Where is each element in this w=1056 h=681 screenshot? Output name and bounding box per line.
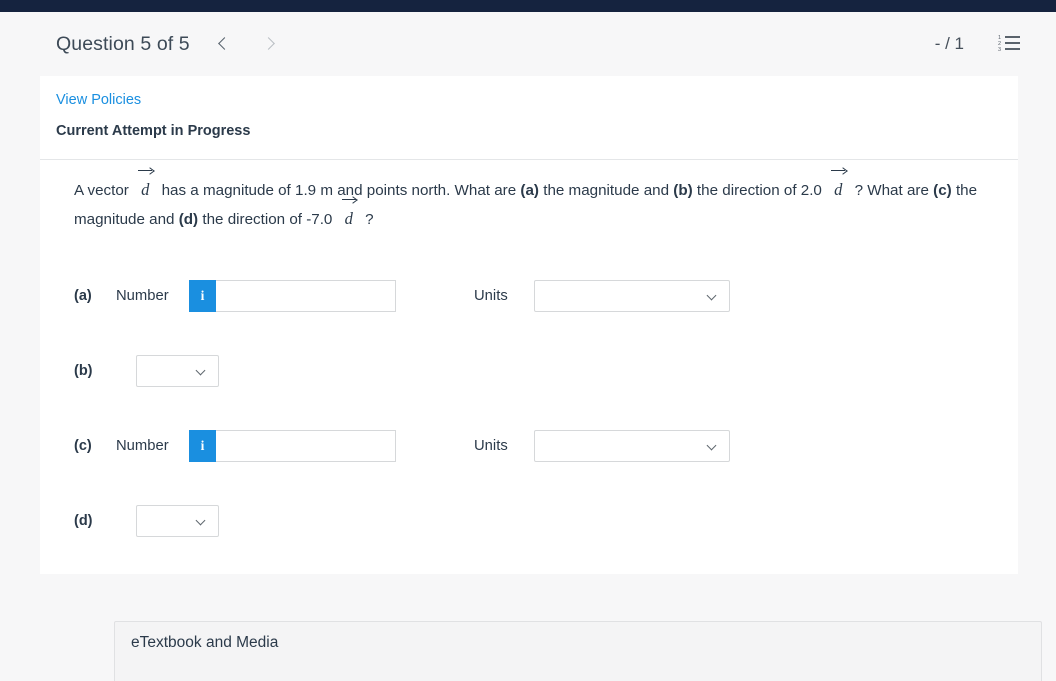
view-policies-link[interactable]: View Policies <box>56 92 141 108</box>
number-input-c[interactable] <box>216 430 396 462</box>
vector-arrow-icon-1 <box>138 167 152 174</box>
direction-select-b[interactable] <box>136 355 219 387</box>
number-input-group-a: i <box>189 280 396 312</box>
question-label-a: (a) <box>520 182 539 199</box>
answer-row-b: (b) <box>74 333 1018 408</box>
score-display: - / 1 <box>935 34 964 54</box>
question-text-part2: has a magnitude of 1.9 m and points nort… <box>162 182 517 199</box>
chevron-right-icon[interactable] <box>260 36 276 52</box>
vector-letter-1: d <box>141 180 149 199</box>
info-icon-c[interactable]: i <box>189 430 216 462</box>
question-label-c: (c) <box>933 182 952 199</box>
question-text-part8: ? <box>365 211 373 228</box>
answer-label-d: (d) <box>74 513 116 529</box>
number-label-c: Number <box>116 438 189 454</box>
vector-d-symbol-2: d <box>826 176 850 204</box>
chevron-down-icon-units-c <box>708 442 717 451</box>
question-text-part7: the direction of -7.0 <box>202 211 332 228</box>
question-navigation <box>216 36 276 52</box>
units-label-c: Units <box>474 438 534 454</box>
list-digit-3: 3 <box>998 48 1001 54</box>
question-card: View Policies Current Attempt in Progres… <box>40 76 1018 574</box>
question-header: Question 5 of 5 - / 1 1 2 3 <box>0 12 1056 76</box>
vector-d-symbol-1: d <box>133 176 157 204</box>
vector-letter-3: d <box>345 209 353 228</box>
direction-select-d[interactable] <box>136 505 219 537</box>
vector-letter-2: d <box>834 180 842 199</box>
etextbook-title: eTextbook and Media <box>115 622 1041 652</box>
question-text-part1: A vector <box>74 182 129 199</box>
page-title: Question 5 of 5 <box>56 33 190 56</box>
number-input-a[interactable] <box>216 280 396 312</box>
question-text-part4: the direction of 2.0 <box>697 182 822 199</box>
question-text-part3: the magnitude and <box>543 182 669 199</box>
etextbook-panel[interactable]: eTextbook and Media <box>114 621 1042 681</box>
answer-row-a: (a) Number i Units <box>74 258 1018 333</box>
list-line-1 <box>1005 36 1020 38</box>
chevron-left-icon[interactable] <box>216 36 232 52</box>
question-statement: A vector d has a magnitude of 1.9 m and … <box>40 160 1018 234</box>
answer-rows: (a) Number i Units (b) (c) Number i <box>40 258 1018 558</box>
chevron-down-icon-units-a <box>708 292 717 301</box>
units-label-a: Units <box>474 288 534 304</box>
vector-arrow-icon-2 <box>831 167 845 174</box>
attempt-status-text: Current Attempt in Progress <box>56 123 1018 139</box>
units-select-c[interactable] <box>534 430 730 462</box>
vector-arrow-icon-3 <box>342 196 356 203</box>
answer-label-b: (b) <box>74 363 116 379</box>
number-label-a: Number <box>116 288 189 304</box>
vector-d-symbol-3: d <box>337 205 361 233</box>
chevron-down-icon-direction-d <box>197 517 206 526</box>
question-label-d: (d) <box>179 211 198 228</box>
info-icon-a[interactable]: i <box>189 280 216 312</box>
numbered-list-icon[interactable]: 1 2 3 <box>998 36 1020 53</box>
answer-row-c: (c) Number i Units <box>74 408 1018 483</box>
number-input-group-c: i <box>189 430 396 462</box>
question-label-b: (b) <box>673 182 692 199</box>
units-select-a[interactable] <box>534 280 730 312</box>
card-header-area: View Policies Current Attempt in Progres… <box>40 76 1018 139</box>
answer-label-c: (c) <box>74 438 116 454</box>
list-line-2 <box>1005 42 1020 44</box>
chevron-down-icon-direction-b <box>197 367 206 376</box>
answer-row-d: (d) <box>74 483 1018 558</box>
answer-label-a: (a) <box>74 288 116 304</box>
app-top-bar <box>0 0 1056 12</box>
question-text-part5: ? What are <box>855 182 929 199</box>
list-line-3 <box>1005 48 1020 50</box>
